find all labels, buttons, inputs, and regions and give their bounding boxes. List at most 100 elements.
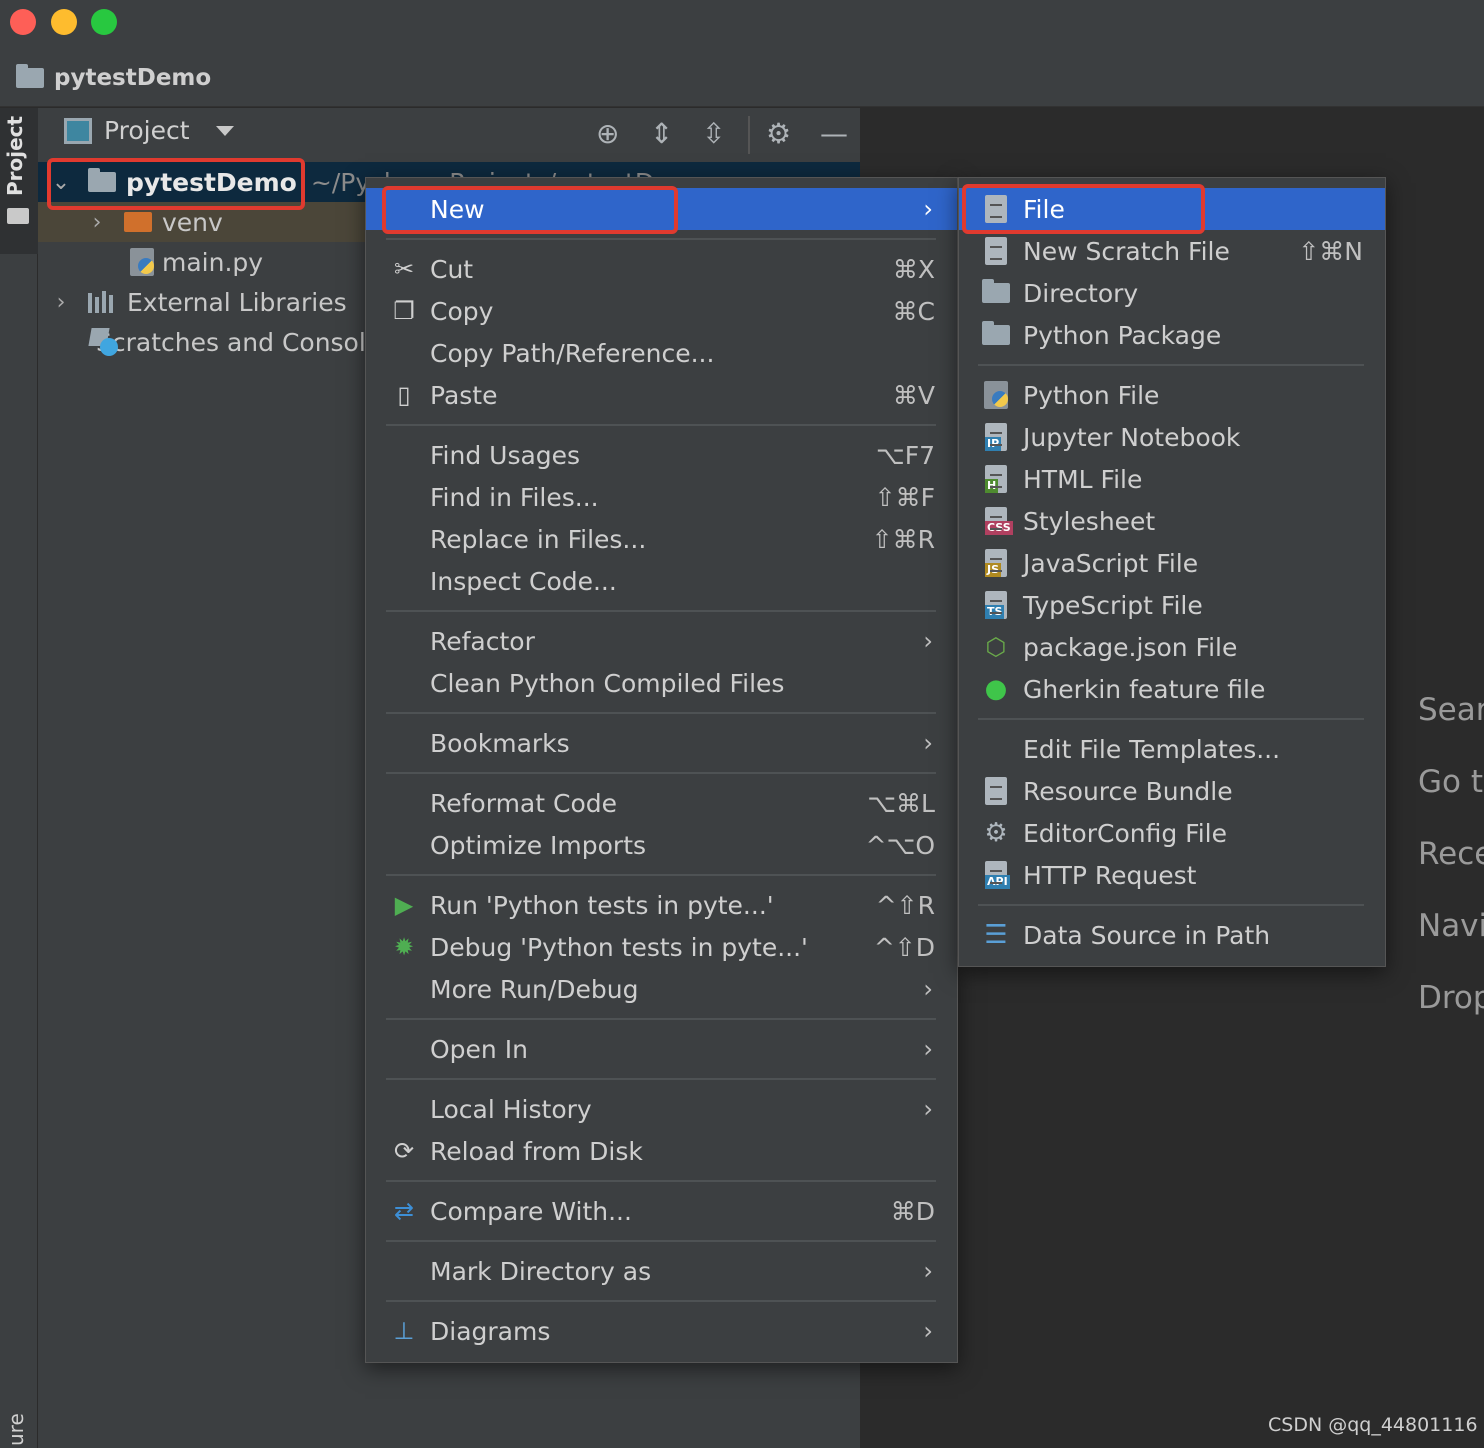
menu-item-run[interactable]: ▶ Run 'Python tests in pyte...' ^⇧R	[366, 884, 957, 926]
submenu-item-jupyter[interactable]: IP Jupyter Notebook	[959, 416, 1385, 458]
submenu-item-resource-bundle[interactable]: Resource Bundle	[959, 770, 1385, 812]
scissors-icon: ✂	[393, 255, 415, 283]
submenu-item-python-package[interactable]: Python Package	[959, 314, 1385, 356]
project-view-selector[interactable]: Project	[64, 116, 234, 145]
submenu-item-package-json[interactable]: ⬡ package.json File	[959, 626, 1385, 668]
chevron-right-icon: ›	[923, 1035, 933, 1063]
submenu-item-editorconfig[interactable]: ⚙ EditorConfig File	[959, 812, 1385, 854]
js-file-icon: JS	[981, 548, 1011, 578]
folder-icon	[16, 64, 44, 88]
copy-icon: ❐	[393, 297, 415, 325]
run-icon: ▶	[394, 891, 414, 919]
title-bar	[0, 0, 1484, 107]
clipboard-icon: ▯	[397, 381, 411, 409]
menu-item-bookmarks[interactable]: Bookmarks ›	[366, 722, 957, 764]
libraries-icon	[88, 291, 113, 313]
submenu-item-edit-templates[interactable]: Edit File Templates...	[959, 728, 1385, 770]
chevron-right-icon: ›	[56, 289, 66, 315]
menu-item-inspect-code[interactable]: Inspect Code...	[366, 560, 957, 602]
chevron-right-icon: ›	[923, 1257, 933, 1285]
menu-divider	[386, 1300, 936, 1302]
scratch-file-icon	[981, 236, 1011, 266]
python-file-icon	[130, 248, 154, 276]
structure-tool-tab[interactable]: ure	[4, 1413, 28, 1446]
editor-hint: Drop	[1418, 980, 1484, 1016]
jupyter-icon: IP	[981, 422, 1011, 452]
menu-item-copy[interactable]: ❐ Copy ⌘C	[366, 290, 957, 332]
menu-item-debug[interactable]: ✹ Debug 'Python tests in pyte...' ^⇧D	[366, 926, 957, 968]
menu-item-paste[interactable]: ▯ Paste ⌘V	[366, 374, 957, 416]
menu-divider	[386, 238, 936, 240]
menu-item-reformat-code[interactable]: Reformat Code ⌥⌘L	[366, 782, 957, 824]
watermark: CSDN @qq_44801116	[1268, 1414, 1478, 1436]
submenu-item-html[interactable]: H HTML File	[959, 458, 1385, 500]
menu-item-reload-from-disk[interactable]: ⟳ Reload from Disk	[366, 1130, 957, 1172]
submenu-item-gherkin[interactable]: ● Gherkin feature file	[959, 668, 1385, 710]
menu-item-compare-with[interactable]: ⇄ Compare With... ⌘D	[366, 1190, 957, 1232]
submenu-item-data-source[interactable]: ☰ Data Source in Path	[959, 914, 1385, 956]
menu-divider	[386, 772, 936, 774]
cucumber-icon: ●	[984, 674, 1008, 704]
menu-item-more-run-debug[interactable]: More Run/Debug ›	[366, 968, 957, 1010]
menu-item-replace-in-files[interactable]: Replace in Files... ⇧⌘R	[366, 518, 957, 560]
submenu-item-javascript[interactable]: JS JavaScript File	[959, 542, 1385, 584]
menu-item-diagrams[interactable]: ⊥ Diagrams ›	[366, 1310, 957, 1352]
api-file-icon: API	[981, 860, 1011, 890]
menu-item-find-in-files[interactable]: Find in Files... ⇧⌘F	[366, 476, 957, 518]
reload-icon: ⟳	[393, 1137, 415, 1165]
menu-item-cut[interactable]: ✂ Cut ⌘X	[366, 248, 957, 290]
minimize-window-button[interactable]	[51, 9, 77, 35]
tree-item-scratches[interactable]: Scratches and Consoles	[38, 322, 365, 362]
html-file-icon: H	[981, 464, 1011, 494]
highlight-box-file	[962, 184, 1205, 234]
submenu-item-http-request[interactable]: API HTTP Request	[959, 854, 1385, 896]
editor-hint: Sear	[1418, 692, 1484, 728]
tree-item-label: External Libraries	[127, 287, 347, 317]
menu-item-clean-compiled[interactable]: Clean Python Compiled Files	[366, 662, 957, 704]
hide-panel-icon[interactable]: —	[820, 118, 848, 150]
menu-item-optimize-imports[interactable]: Optimize Imports ^⌥O	[366, 824, 957, 866]
tree-item-external-libraries[interactable]: › External Libraries	[38, 282, 347, 322]
submenu-item-scratch-file[interactable]: New Scratch File ⇧⌘N	[959, 230, 1385, 272]
menu-item-open-in[interactable]: Open In ›	[366, 1028, 957, 1070]
submenu-item-typescript[interactable]: TS TypeScript File	[959, 584, 1385, 626]
expand-all-icon[interactable]: ⇕	[650, 118, 673, 150]
chevron-right-icon: ›	[923, 1095, 933, 1123]
chevron-right-icon: ›	[923, 975, 933, 1003]
menu-divider	[978, 904, 1364, 906]
submenu-item-directory[interactable]: Directory	[959, 272, 1385, 314]
compare-icon: ⇄	[393, 1197, 415, 1225]
menu-divider	[386, 874, 936, 876]
menu-item-refactor[interactable]: Refactor ›	[366, 620, 957, 662]
submenu-item-python-file[interactable]: Python File	[959, 374, 1385, 416]
breadcrumb[interactable]: pytestDemo	[16, 62, 211, 94]
menu-divider	[978, 718, 1364, 720]
python-file-icon	[981, 380, 1011, 410]
chevron-right-icon: ›	[923, 195, 933, 223]
toolbar-divider	[748, 116, 750, 154]
menu-item-find-usages[interactable]: Find Usages ⌥F7	[366, 434, 957, 476]
menu-item-local-history[interactable]: Local History ›	[366, 1088, 957, 1130]
highlight-box-project	[47, 158, 305, 210]
close-window-button[interactable]	[10, 9, 36, 35]
gear-icon[interactable]: ⚙	[766, 118, 791, 150]
highlight-box-new	[382, 186, 678, 234]
tree-item-main[interactable]: main.py	[38, 242, 263, 282]
folder-icon	[124, 212, 152, 232]
chevron-right-icon: ›	[923, 627, 933, 655]
locate-icon[interactable]: ⊕	[596, 118, 619, 150]
zoom-window-button[interactable]	[91, 9, 117, 35]
menu-item-mark-directory[interactable]: Mark Directory as ›	[366, 1250, 957, 1292]
editor-hint: Rece	[1418, 836, 1484, 872]
package-icon	[981, 320, 1011, 350]
editor-hint: Go t	[1418, 764, 1483, 800]
folder-icon	[981, 278, 1011, 308]
menu-divider	[386, 712, 936, 714]
menu-item-copy-path[interactable]: Copy Path/Reference...	[366, 332, 957, 374]
collapse-all-icon[interactable]: ⇳	[702, 118, 725, 150]
menu-divider	[386, 1078, 936, 1080]
submenu-item-stylesheet[interactable]: CSS Stylesheet	[959, 500, 1385, 542]
gear-icon: ⚙	[984, 818, 1008, 848]
menu-divider	[386, 610, 936, 612]
ts-file-icon: TS	[981, 590, 1011, 620]
